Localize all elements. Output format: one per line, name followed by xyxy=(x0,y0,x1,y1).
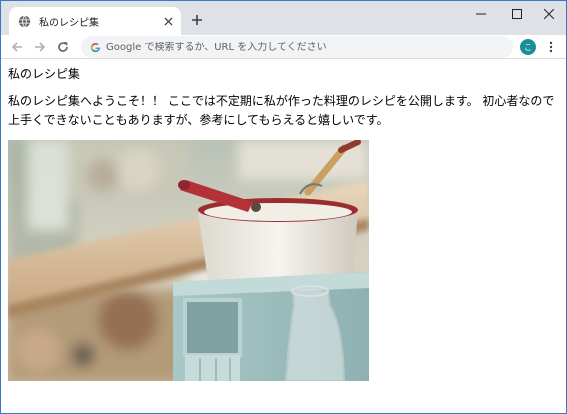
globe-icon xyxy=(17,14,31,28)
avatar-letter: こ xyxy=(524,42,532,52)
plus-icon xyxy=(191,11,203,30)
back-button[interactable] xyxy=(7,37,27,57)
address-input[interactable] xyxy=(106,41,506,53)
menu-button[interactable] xyxy=(541,37,561,57)
close-window-button[interactable] xyxy=(532,1,566,25)
reload-icon xyxy=(57,38,69,57)
page-title: 私のレシピ集 xyxy=(8,67,81,81)
google-g-icon xyxy=(89,41,101,53)
forward-button[interactable] xyxy=(30,37,50,57)
minimize-button[interactable] xyxy=(464,1,498,25)
maximize-button[interactable] xyxy=(500,1,534,25)
browser-window: 私のレシピ集 Google で検索するか、URL を入力してください こ 私のレ… xyxy=(0,0,567,414)
tab-title: 私のレシピ集 xyxy=(39,17,99,29)
new-tab-button[interactable] xyxy=(187,10,207,30)
forward-arrow-icon xyxy=(34,38,46,57)
back-arrow-icon xyxy=(11,38,23,57)
browser-tab[interactable]: 私のレシピ集 xyxy=(9,7,181,35)
minimize-icon xyxy=(476,4,486,23)
kebab-menu-icon xyxy=(549,38,553,57)
intro-text: 私のレシピ集へようこそ！！ ここでは不定期に私が作った料理のレシピを公開します。… xyxy=(8,94,555,127)
page-content: 私のレシピ集 私のレシピ集へようこそ！！ ここでは不定期に私が作った料理のレシピ… xyxy=(1,60,566,413)
close-icon[interactable] xyxy=(159,12,177,30)
close-icon xyxy=(543,4,555,23)
browser-toolbar: こ xyxy=(1,35,566,59)
title-bar: 私のレシピ集 xyxy=(1,1,566,35)
kitchen-photo xyxy=(8,140,369,381)
avatar[interactable]: こ xyxy=(520,39,536,55)
maximize-icon xyxy=(512,4,522,23)
reload-button[interactable] xyxy=(53,37,73,57)
address-bar[interactable] xyxy=(81,36,513,58)
